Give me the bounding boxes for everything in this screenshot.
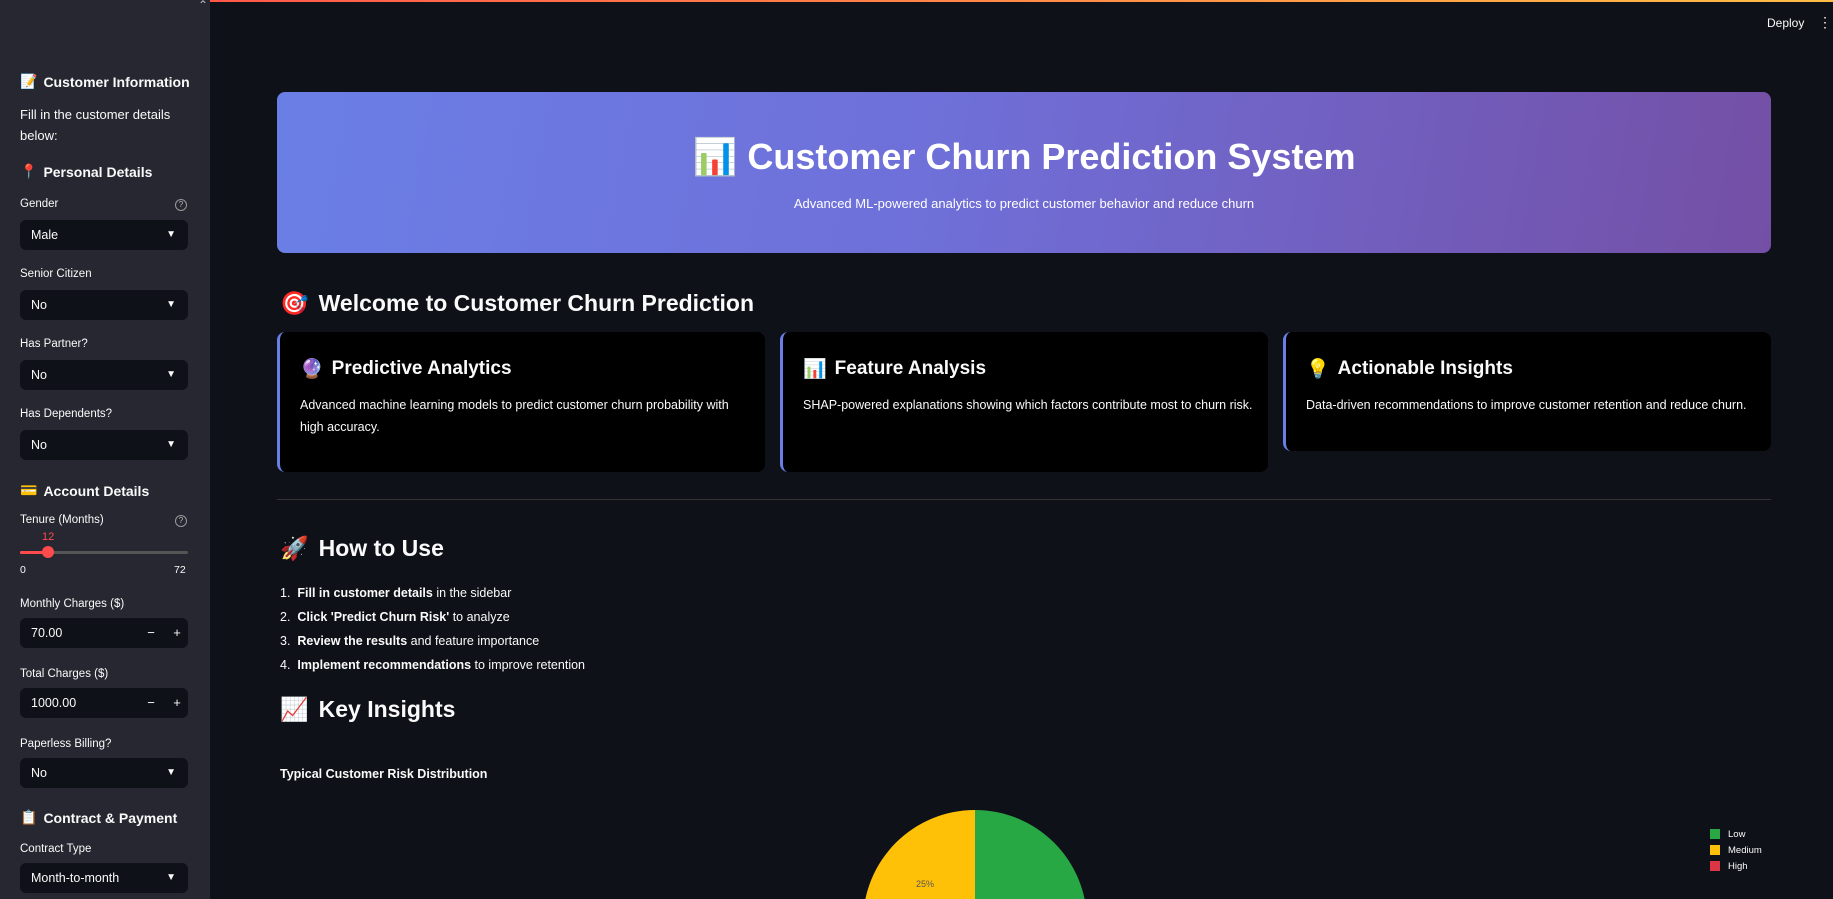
clipboard-icon: 📋 xyxy=(20,809,38,825)
hero-banner: 📊 Customer Churn Prediction System Advan… xyxy=(277,92,1771,253)
dependents-select[interactable]: No ▼ xyxy=(20,430,188,460)
monthly-charges-label: Monthly Charges ($) xyxy=(20,598,125,610)
crystal-ball-icon: 🔮 xyxy=(300,359,324,380)
help-icon[interactable]: ? xyxy=(175,515,187,527)
key-insights-heading: 📈 Key Insights xyxy=(280,696,456,722)
page-title: 📊 Customer Churn Prediction System xyxy=(692,136,1356,177)
rocket-icon: 🚀 xyxy=(280,535,309,561)
collapse-sidebar-icon[interactable]: ⌃ xyxy=(198,0,208,12)
chevron-down-icon: ▼ xyxy=(166,299,176,310)
paperless-label: Paperless Billing? xyxy=(20,738,112,750)
decrement-button[interactable]: − xyxy=(140,688,162,718)
chevron-down-icon: ▼ xyxy=(166,439,176,450)
help-icon[interactable]: ? xyxy=(175,199,187,211)
bar-chart-icon: 📊 xyxy=(803,359,827,380)
decrement-button[interactable]: − xyxy=(140,618,162,648)
increment-button[interactable]: + xyxy=(166,618,188,648)
partner-select[interactable]: No ▼ xyxy=(20,360,188,390)
sidebar-heading-contract: 📋 Contract & Payment xyxy=(20,809,178,826)
partner-label: Has Partner? xyxy=(20,338,88,350)
tenure-max-label: 72 xyxy=(174,564,186,576)
bar-chart-icon: 📊 xyxy=(692,136,738,177)
deploy-button[interactable]: Deploy xyxy=(1767,16,1804,30)
chevron-down-icon: ▼ xyxy=(166,229,176,240)
list-item: 4. Implement recommendations to improve … xyxy=(280,658,585,672)
chevron-down-icon: ▼ xyxy=(166,872,176,883)
pie-slice-low xyxy=(975,810,1085,899)
tenure-label: Tenure (Months) xyxy=(20,514,104,526)
total-charges-input[interactable]: 1000.00 − + xyxy=(20,688,188,718)
legend-item-medium: Medium xyxy=(1710,842,1762,858)
chart-legend: Low Medium High xyxy=(1710,826,1762,874)
sidebar-heading-account: 💳 Account Details xyxy=(20,482,150,499)
tenure-slider-thumb[interactable] xyxy=(42,546,54,558)
top-progress-line xyxy=(0,0,1833,2)
chart-increasing-icon: 📈 xyxy=(280,696,309,722)
sidebar-heading-customer-info: 📝 Customer Information xyxy=(20,73,190,90)
tenure-slider-value: 12 xyxy=(42,531,55,543)
feature-card-analysis: 📊 Feature Analysis SHAP-powered explanat… xyxy=(780,332,1268,472)
sidebar: ⌃ 📝 Customer Information Fill in the cus… xyxy=(0,0,210,899)
chevron-down-icon: ▼ xyxy=(166,369,176,380)
memo-icon: 📝 xyxy=(20,73,38,89)
dependents-label: Has Dependents? xyxy=(20,408,113,420)
paperless-select[interactable]: No ▼ xyxy=(20,758,188,788)
chart-title: Typical Customer Risk Distribution xyxy=(280,767,488,781)
pin-icon: 📍 xyxy=(20,163,38,179)
list-item: 2. Click 'Predict Churn Risk' to analyze xyxy=(280,610,510,624)
contract-type-select[interactable]: Month-to-month ▼ xyxy=(20,863,188,893)
credit-card-icon: 💳 xyxy=(20,482,38,498)
feature-card-predictive: 🔮 Predictive Analytics Advanced machine … xyxy=(277,332,765,472)
welcome-heading: 🎯 Welcome to Customer Churn Prediction xyxy=(280,290,754,316)
divider xyxy=(277,499,1771,500)
page-subtitle: Advanced ML-powered analytics to predict… xyxy=(793,196,1255,211)
legend-item-high: High xyxy=(1710,858,1762,874)
tenure-min-label: 0 xyxy=(20,564,26,576)
monthly-charges-input[interactable]: 70.00 − + xyxy=(20,618,188,648)
gender-label: Gender xyxy=(20,198,59,210)
sidebar-heading-personal: 📍 Personal Details xyxy=(20,163,153,180)
legend-item-low: Low xyxy=(1710,826,1762,842)
target-icon: 🎯 xyxy=(280,290,309,316)
list-item: 1. Fill in customer details in the sideb… xyxy=(280,586,512,600)
lightbulb-icon: 💡 xyxy=(1306,359,1330,380)
gender-select[interactable]: Male ▼ xyxy=(20,220,188,250)
senior-citizen-select[interactable]: No ▼ xyxy=(20,290,188,320)
feature-card-insights: 💡 Actionable Insights Data-driven recomm… xyxy=(1283,332,1771,451)
kebab-menu-icon[interactable]: ⋮ xyxy=(1818,14,1832,31)
pie-slice-label-medium: 25% xyxy=(916,879,934,889)
total-charges-label: Total Charges ($) xyxy=(20,668,109,680)
list-item: 3. Review the results and feature import… xyxy=(280,634,540,648)
risk-pie-chart: 25% xyxy=(865,810,1085,899)
how-to-heading: 🚀 How to Use xyxy=(280,535,444,561)
contract-type-label: Contract Type xyxy=(20,843,92,855)
senior-citizen-label: Senior Citizen xyxy=(20,268,92,280)
chevron-down-icon: ▼ xyxy=(166,767,176,778)
tenure-slider[interactable] xyxy=(20,546,188,558)
increment-button[interactable]: + xyxy=(166,688,188,718)
sidebar-intro: Fill in the customer details below: xyxy=(20,107,171,143)
how-to-steps: 1. Fill in customer details in the sideb… xyxy=(280,581,585,677)
